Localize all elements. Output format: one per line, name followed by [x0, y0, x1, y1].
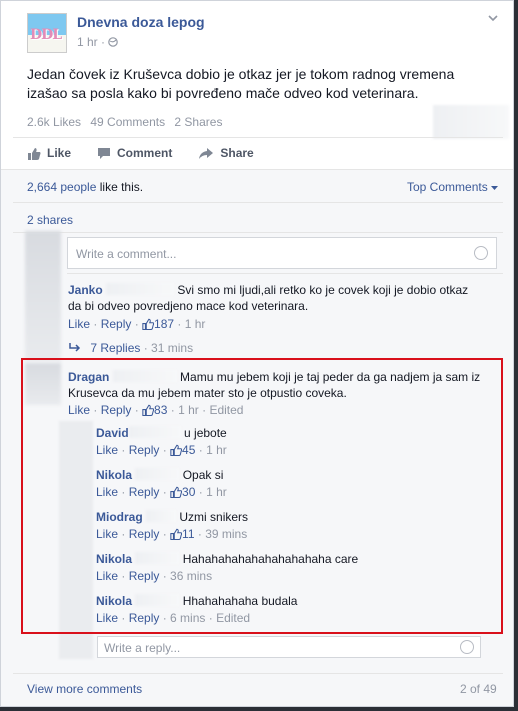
frame-edge: [514, 0, 518, 711]
comment-likes-count[interactable]: 187: [142, 317, 174, 331]
likers-summary: 2,664 people like this.: [27, 180, 143, 194]
share-button[interactable]: Share: [198, 146, 254, 160]
post-card: DDL Dnevna doza lepog 1 hr · Jedan čovek…: [0, 0, 514, 707]
comment-text-line2: da bi odveo povredjeno mace kod veterina…: [68, 299, 309, 313]
redacted-surname: [106, 283, 175, 295]
like-this-text: like this.: [96, 180, 144, 194]
comment-like-link[interactable]: Like: [68, 317, 90, 331]
chevron-down-icon[interactable]: [487, 12, 499, 24]
reply-arrow-icon: [69, 343, 81, 352]
share-icon: [199, 147, 214, 159]
post-stats: 2.6k Likes 49 Comments 2 Shares: [27, 115, 228, 129]
post-timestamp[interactable]: 1 hr ·: [77, 35, 119, 49]
replies-time: · 31 mins: [143, 341, 194, 355]
like-label: Like: [47, 146, 72, 160]
thumbs-up-icon: [142, 318, 155, 330]
page-name-link[interactable]: Dnevna doza lepog: [77, 14, 205, 30]
comment-button[interactable]: Comment: [97, 146, 172, 160]
share-label: Share: [220, 146, 254, 160]
divider: [13, 232, 503, 233]
post-text: Jedan čovek iz Kruševca dobio je otkaz j…: [27, 66, 455, 101]
divider: [13, 673, 503, 674]
likes-count[interactable]: 2.6k Likes: [27, 115, 81, 129]
comment-reply-link[interactable]: Reply: [101, 317, 132, 331]
redacted-area: [433, 105, 509, 139]
highlight-box: [21, 358, 503, 634]
comment-meta: Like · Reply · 187 · 1 hr: [68, 317, 206, 331]
post-time-text[interactable]: 1 hr ·: [77, 35, 105, 49]
emoji-icon[interactable]: [474, 246, 488, 260]
comment-author[interactable]: Janko: [68, 283, 103, 297]
top-comments-dropdown[interactable]: Top Comments: [407, 180, 499, 194]
comment-placeholder: Write a comment...: [76, 247, 177, 261]
current-user-avatar: [25, 231, 61, 361]
shares-link[interactable]: 2 shares: [27, 213, 73, 227]
emoji-icon[interactable]: [460, 640, 474, 654]
caret-down-icon: [491, 186, 499, 190]
divider: [13, 202, 503, 203]
comment-input[interactable]: Write a comment...: [67, 237, 497, 269]
like-button[interactable]: Like: [27, 146, 71, 160]
comment-label: Comment: [117, 146, 173, 160]
logo-text: DDL: [30, 27, 62, 43]
divider: [13, 137, 503, 138]
likes-number: 187: [154, 317, 175, 331]
globe-icon: [108, 37, 119, 47]
comment-time[interactable]: 1 hr: [185, 317, 206, 331]
frame-edge: [0, 707, 518, 711]
top-comments-label: Top Comments: [407, 180, 488, 194]
reply-input[interactable]: Write a reply...: [97, 636, 481, 658]
view-more-comments-link[interactable]: View more comments: [27, 682, 142, 696]
comments-count[interactable]: 49 Comments: [90, 115, 165, 129]
reply-placeholder: Write a reply...: [104, 641, 181, 655]
action-bar: Like Comment Share: [27, 146, 280, 160]
page-avatar[interactable]: DDL: [27, 13, 67, 53]
comment-item: Janko Svi smo mi ljudi,ali retko ko je c…: [68, 282, 498, 314]
comment-icon: [98, 147, 111, 159]
comments-pagination: 2 of 49: [460, 682, 497, 696]
thumbs-up-icon: [28, 147, 41, 160]
people-like-link[interactable]: 2,664 people: [27, 180, 96, 194]
shares-count[interactable]: 2 Shares: [174, 115, 222, 129]
comment-text: Svi smo mi ljudi,ali retko ko je covek k…: [177, 283, 469, 297]
divider: [67, 273, 503, 274]
view-replies[interactable]: 7 Replies · 31 mins: [69, 341, 193, 355]
replies-count-link: 7 Replies: [90, 341, 141, 355]
